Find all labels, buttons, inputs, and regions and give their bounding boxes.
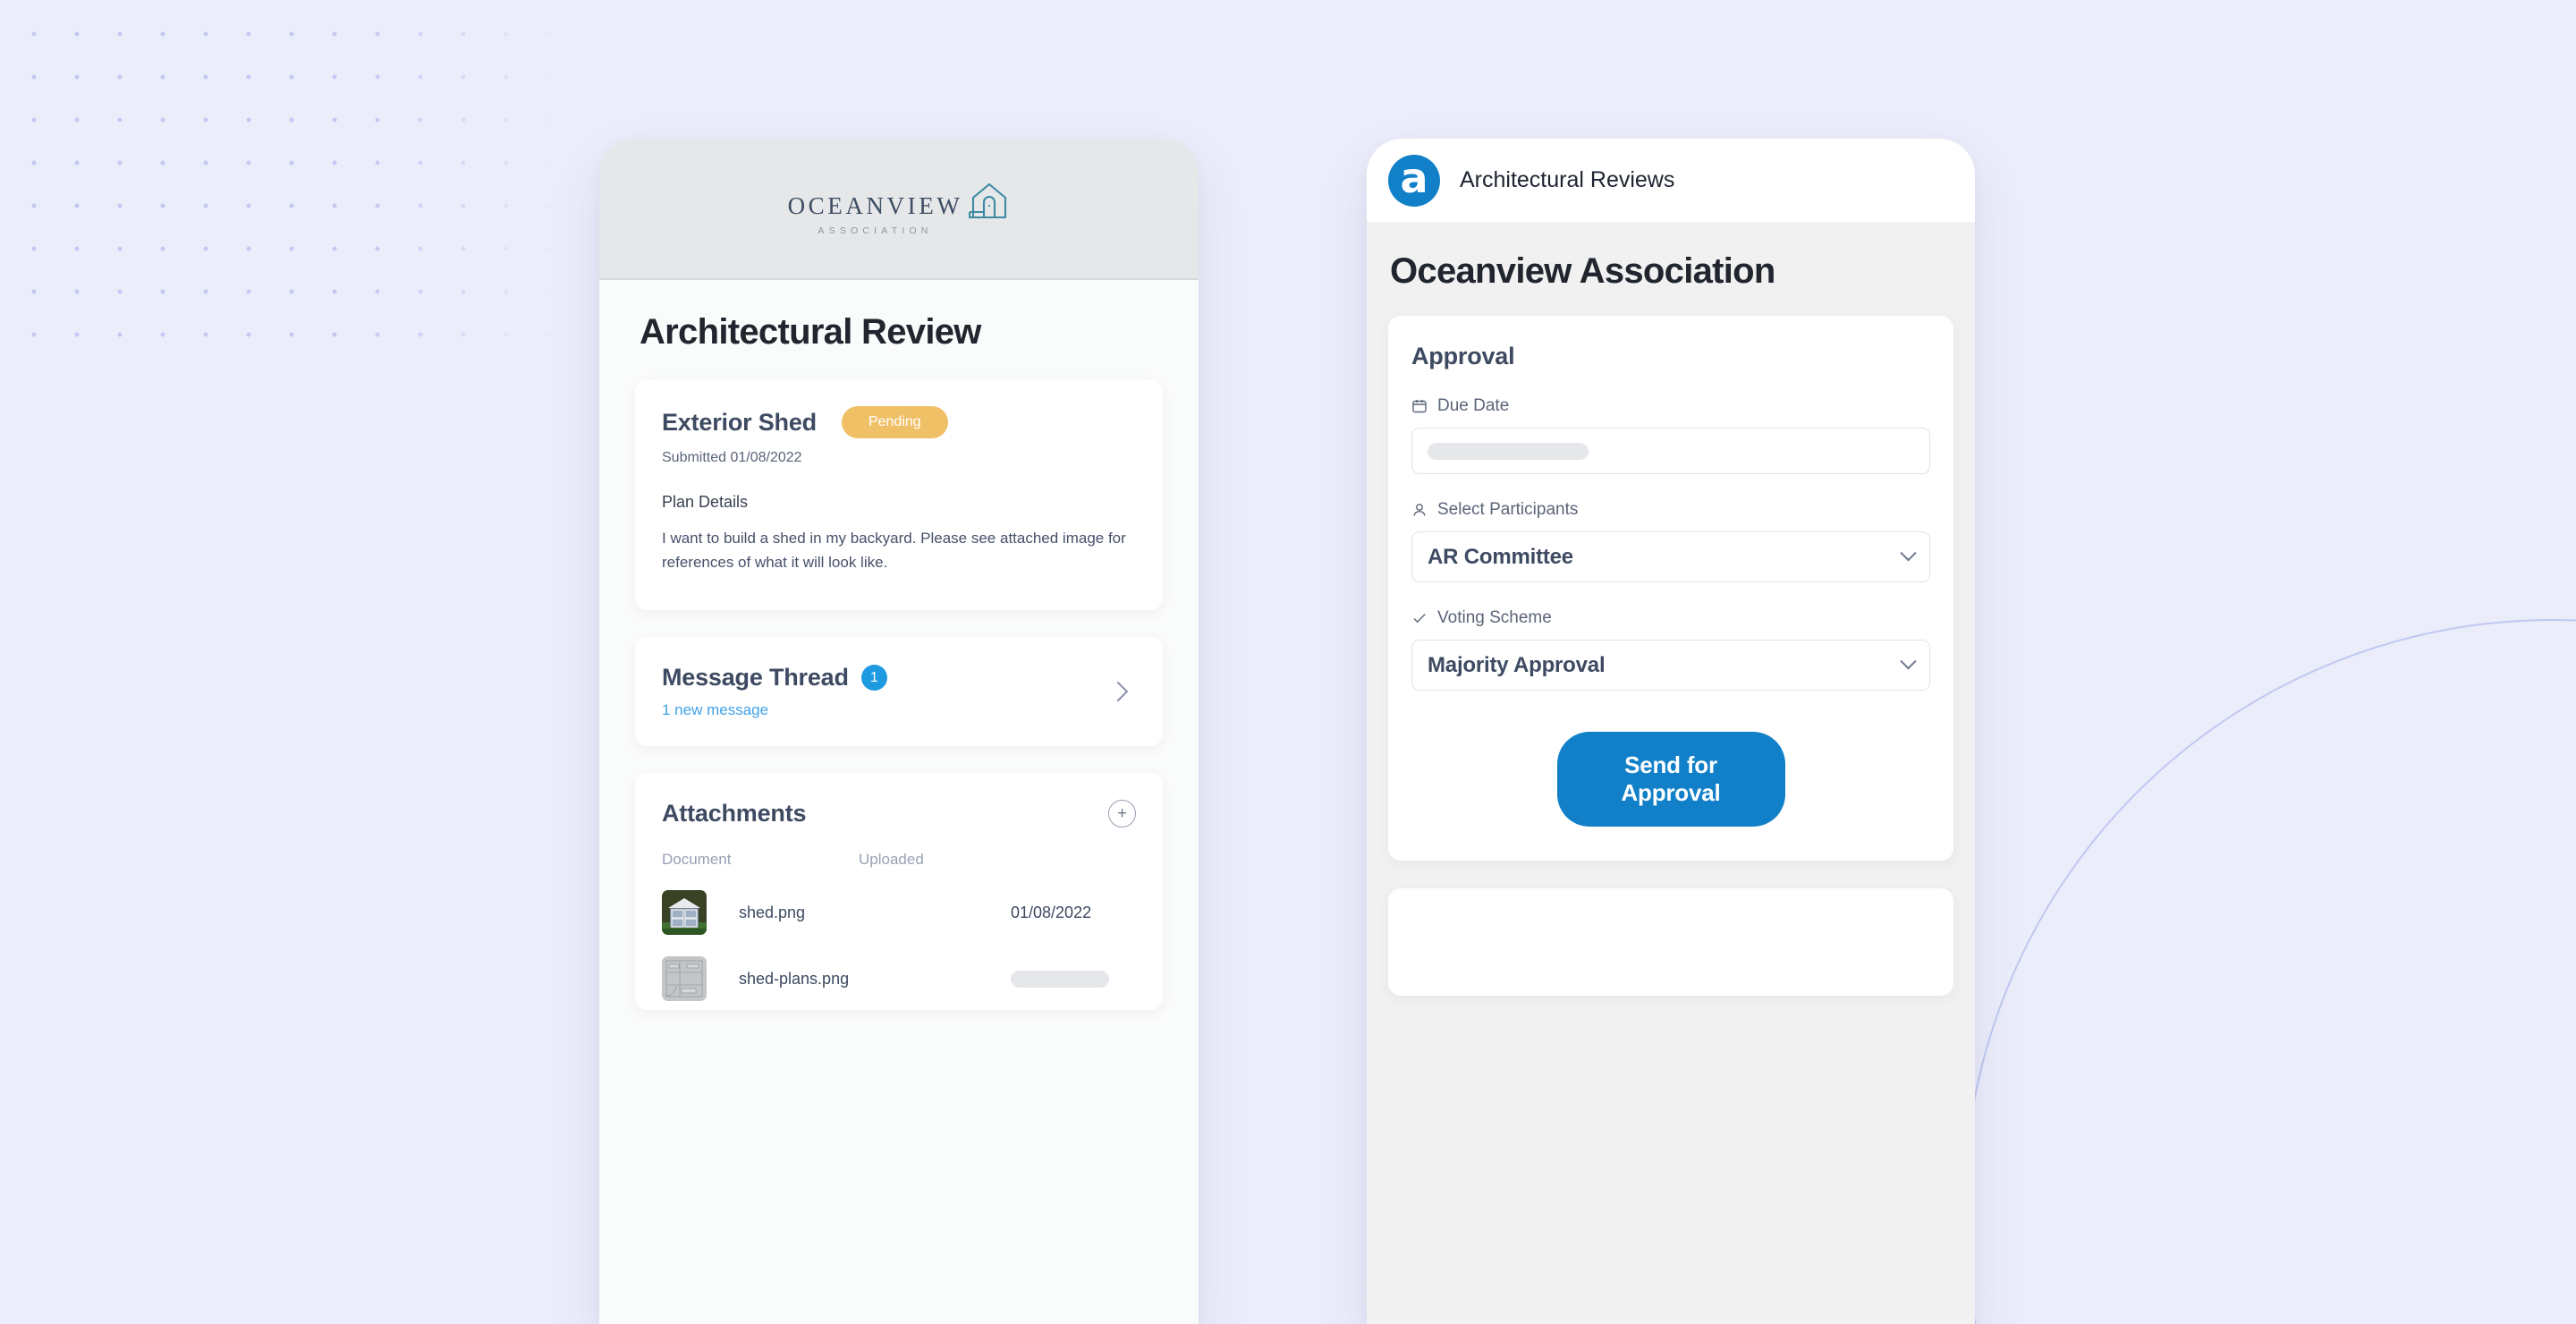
send-for-approval-button[interactable]: Send for Approval: [1556, 732, 1785, 827]
column-header-document: Document: [662, 851, 732, 869]
due-date-label-row: Due Date: [1411, 396, 1930, 416]
logo-wordmark: OCEANVIEW: [787, 192, 963, 219]
due-date-label: Due Date: [1437, 396, 1510, 415]
column-header-uploaded: Uploaded: [859, 851, 924, 869]
background-dot-grid: [0, 0, 572, 358]
due-date-input[interactable]: [1411, 428, 1930, 474]
homeowner-content: Architectural Review Exterior Shed Pendi…: [599, 312, 1199, 1011]
calendar-icon: [1411, 398, 1428, 414]
app-brand-header: a Architectural Reviews: [1367, 139, 1975, 222]
page-title: Oceanview Association: [1390, 251, 1775, 291]
message-thread-info: Message Thread 1 1 new message: [662, 664, 887, 719]
check-icon: [1411, 610, 1428, 626]
approval-card-title: Approval: [1411, 343, 1515, 369]
attachment-uploaded-date: 01/08/2022: [1011, 903, 1092, 921]
shed-plans-thumbnail: [662, 956, 707, 1002]
chevron-right-icon[interactable]: [1107, 682, 1129, 702]
logo-subtitle: ASSOCIATION: [818, 225, 933, 236]
association-branding-header: OCEANVIEW ASSOCIATION: [599, 139, 1199, 280]
review-title: Exterior Shed: [662, 408, 817, 436]
new-message-label: 1 new message: [662, 701, 769, 719]
voting-scheme-field: Voting Scheme Majority Approval: [1411, 608, 1930, 691]
plan-details-label: Plan Details: [662, 493, 749, 511]
app-logo-icon: a: [1388, 154, 1440, 207]
page-title: Architectural Review: [640, 312, 981, 352]
table-row[interactable]: shed.png 01/08/2022: [662, 890, 1136, 936]
oceanview-logo: OCEANVIEW ASSOCIATION: [788, 182, 1011, 236]
participants-field: Select Participants AR Committee: [1411, 500, 1930, 582]
message-thread-title: Message Thread: [662, 664, 849, 692]
next-section-card: [1388, 888, 1953, 996]
review-header-row: Exterior Shed Pending: [662, 406, 1136, 438]
due-date-placeholder-bar: [1428, 442, 1589, 460]
voting-scheme-select[interactable]: Majority Approval: [1411, 640, 1930, 691]
participants-label-row: Select Participants: [1411, 500, 1930, 520]
due-date-field: Due Date: [1411, 396, 1930, 474]
attachment-uploaded-placeholder: [1011, 970, 1109, 988]
house-outline-icon: [969, 182, 1010, 224]
participants-selected-value: AR Committee: [1428, 544, 1573, 569]
app-brand-title: Architectural Reviews: [1460, 167, 1675, 192]
message-thread-card[interactable]: Message Thread 1 1 new message: [635, 637, 1163, 747]
participants-select[interactable]: AR Committee: [1411, 531, 1930, 582]
status-badge: Pending: [841, 406, 948, 438]
add-attachment-button[interactable]: +: [1108, 800, 1136, 828]
submitted-date: Submitted 01/08/2022: [662, 450, 802, 465]
attachments-title: Attachments: [662, 800, 807, 828]
chevron-down-icon[interactable]: [1900, 545, 1917, 562]
attachment-filename: shed.png: [739, 903, 806, 921]
attachments-table: Document Uploaded shed.png 01/08/2022 sh…: [662, 851, 1136, 1002]
person-icon: [1411, 502, 1428, 518]
review-request-card: Exterior Shed Pending Submitted 01/08/20…: [635, 379, 1163, 611]
participants-label: Select Participants: [1437, 500, 1579, 519]
voting-scheme-label: Voting Scheme: [1437, 608, 1552, 627]
shed-photo-thumbnail: [662, 890, 707, 936]
homeowner-app-panel: OCEANVIEW ASSOCIATION Architectural Revi…: [599, 139, 1199, 1324]
message-thread-header: Message Thread 1: [662, 664, 887, 692]
plan-details-text: I want to build a shed in my backyard. P…: [662, 530, 1126, 572]
approval-form-card: Approval Due Date Select Participants AR…: [1388, 316, 1953, 861]
table-row[interactable]: shed-plans.png: [662, 956, 1136, 1002]
manager-content: Oceanview Association Approval Due Date: [1367, 251, 1975, 996]
background-arc-decoration: [1963, 619, 2576, 1324]
attachments-card: Attachments + Document Uploaded shed.png…: [635, 773, 1163, 1011]
voting-scheme-label-row: Voting Scheme: [1411, 608, 1930, 628]
manager-app-panel: a Architectural Reviews Oceanview Associ…: [1367, 139, 1975, 1324]
chevron-down-icon[interactable]: [1900, 653, 1917, 670]
unread-count-badge: 1: [860, 665, 887, 692]
attachments-header: Attachments +: [662, 800, 1136, 828]
attachment-filename: shed-plans.png: [739, 969, 850, 988]
voting-scheme-selected-value: Majority Approval: [1428, 652, 1606, 677]
attachments-table-header: Document Uploaded: [662, 851, 1136, 869]
